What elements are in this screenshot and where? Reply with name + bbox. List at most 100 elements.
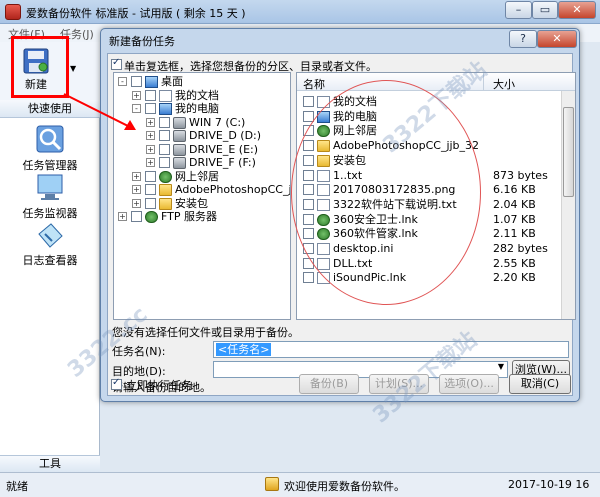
tree-node[interactable]: + 安装包 (114, 197, 290, 211)
highlight-box (11, 36, 69, 98)
task-name-input[interactable]: <任务名> (213, 341, 569, 358)
pc-icon (145, 76, 158, 88)
list-scrollbar[interactable] (561, 91, 575, 319)
statusbar: 就绪 欢迎使用爱数备份软件。 2017-10-19 16 (0, 472, 600, 497)
tree-node-label: 网上邻居 (175, 169, 219, 183)
tree-expander[interactable]: + (132, 171, 141, 181)
run-now-label: 立即执行任务 (126, 379, 192, 392)
tree-node-label: 桌面 (161, 75, 183, 88)
log-viewer-icon[interactable] (35, 220, 65, 250)
tree-node-label: AdobePhotoshopCC_jjb_32 (175, 183, 290, 196)
tree-checkbox[interactable] (145, 197, 156, 209)
tree-node[interactable]: + FTP 服务器 (114, 210, 290, 224)
drive-icon (173, 143, 186, 156)
list-item-checkbox[interactable] (303, 272, 314, 284)
dialog-close-button[interactable]: ✕ (537, 30, 577, 48)
tree-node-label: DRIVE_D (D:) (189, 129, 262, 142)
tree-node[interactable]: + 网上邻居 (114, 170, 290, 184)
tree-expander[interactable]: + (146, 144, 155, 154)
tree-checkbox[interactable] (131, 211, 142, 222)
list-item-size: 1.07 KB (493, 212, 536, 226)
tree-checkbox[interactable] (145, 103, 156, 114)
tree-node-label: 我的电脑 (175, 102, 219, 115)
tree-checkbox[interactable] (145, 170, 156, 182)
run-now-checkbox[interactable] (111, 377, 122, 390)
list-item-size: 2.11 KB (493, 227, 536, 241)
tree-checkbox[interactable] (145, 89, 156, 101)
destination-dropdown-icon[interactable]: ▼ (498, 362, 504, 371)
tree-expander[interactable]: + (146, 158, 155, 167)
dialog-help-button[interactable]: ? (509, 30, 537, 48)
tree-checkbox[interactable] (159, 130, 170, 141)
column-size-header[interactable]: 大小 (493, 76, 515, 92)
tree-node[interactable]: + DRIVE_F (F:) (114, 156, 290, 170)
list-item-checkbox[interactable] (303, 96, 314, 107)
backup-button[interactable]: 备份(B) (299, 374, 359, 394)
tree-expander[interactable]: - (118, 77, 127, 86)
tree-checkbox[interactable] (131, 76, 142, 87)
pc-icon (159, 103, 172, 115)
tree-node-label: 安装包 (175, 196, 208, 210)
tree-node-label: WIN 7 (C:) (189, 115, 246, 129)
left-panel (0, 100, 100, 472)
tree-node[interactable]: + WIN 7 (C:) (114, 116, 290, 130)
nav-log-viewer[interactable]: 日志查看器 (0, 252, 100, 268)
status-ready: 就绪 (6, 480, 28, 493)
tools-tab[interactable]: 工具 (0, 455, 100, 472)
list-item-size: 873 bytes (493, 168, 548, 182)
tree-expander[interactable]: + (132, 198, 141, 208)
list-item-size: 282 bytes (493, 242, 548, 255)
instruction-checkbox[interactable] (111, 57, 122, 70)
main-titlebar: 爱数备份软件 标准版 - 试用版 ( 剩余 15 天 ) – ▭ ✕ (0, 0, 600, 24)
tree-node-label: FTP 服务器 (161, 210, 217, 223)
drive-icon (173, 116, 186, 129)
net-icon (159, 170, 172, 183)
list-item-size: 2.55 KB (493, 256, 536, 270)
tree-expander[interactable]: + (146, 131, 155, 140)
task-monitor-icon[interactable] (35, 172, 65, 202)
options-button[interactable]: 选项(O)... (439, 374, 499, 394)
tree-node-label: 我的文档 (175, 88, 219, 102)
task-name-value: <任务名> (216, 343, 272, 356)
drive-icon (173, 157, 186, 169)
folder-icon (159, 197, 172, 210)
tree-checkbox[interactable] (159, 157, 170, 168)
app-logo-icon (5, 4, 21, 20)
tree-node[interactable]: - 我的电脑 (114, 102, 290, 116)
net-icon (145, 211, 158, 223)
minimize-button[interactable]: – (505, 1, 532, 19)
nav-task-manager[interactable]: 任务管理器 (0, 157, 100, 173)
list-item-size: 6.16 KB (493, 183, 536, 197)
tree-node[interactable]: + DRIVE_D (D:) (114, 129, 290, 143)
nav-task-monitor[interactable]: 任务监视器 (0, 205, 100, 221)
scrollbar-thumb[interactable] (563, 107, 574, 197)
list-item-size: 2.20 KB (493, 271, 536, 285)
tree-node[interactable]: + AdobePhotoshopCC_jjb_32 (114, 183, 290, 197)
new-dropdown-arrow[interactable]: ▼ (70, 64, 76, 73)
restore-button[interactable]: ▭ (532, 1, 558, 19)
dialog-title: 新建备份任务 (109, 35, 175, 48)
tree-checkbox[interactable] (159, 143, 170, 155)
annotation-circle (291, 80, 481, 305)
drive-icon (173, 130, 186, 142)
app-title: 爱数备份软件 标准版 - 试用版 ( 剩余 15 天 ) (26, 7, 246, 20)
tree-expander[interactable]: + (146, 117, 155, 127)
tree-checkbox[interactable] (159, 116, 170, 128)
close-button[interactable]: ✕ (558, 1, 596, 19)
tree-node[interactable]: - 桌面 (114, 75, 290, 89)
annotation-arrow (63, 93, 136, 130)
status-app-icon (265, 477, 279, 491)
tree-node[interactable]: + 我的文档 (114, 89, 290, 103)
tree-node-label: DRIVE_F (F:) (189, 156, 256, 169)
folder-icon (159, 184, 172, 196)
cancel-button[interactable]: 取消(C) (509, 374, 571, 394)
status-date: 2017-10-19 16 (508, 478, 590, 491)
tree-expander[interactable]: + (118, 212, 127, 221)
list-item-size: 2.04 KB (493, 197, 536, 211)
status-welcome: 欢迎使用爱数备份软件。 (284, 480, 405, 493)
tree-checkbox[interactable] (145, 184, 156, 195)
tree-expander[interactable]: + (132, 185, 141, 194)
column-name-header[interactable]: 名称 (303, 76, 325, 92)
tree-node[interactable]: + DRIVE_E (E:) (114, 143, 290, 157)
doc-icon (159, 89, 172, 102)
